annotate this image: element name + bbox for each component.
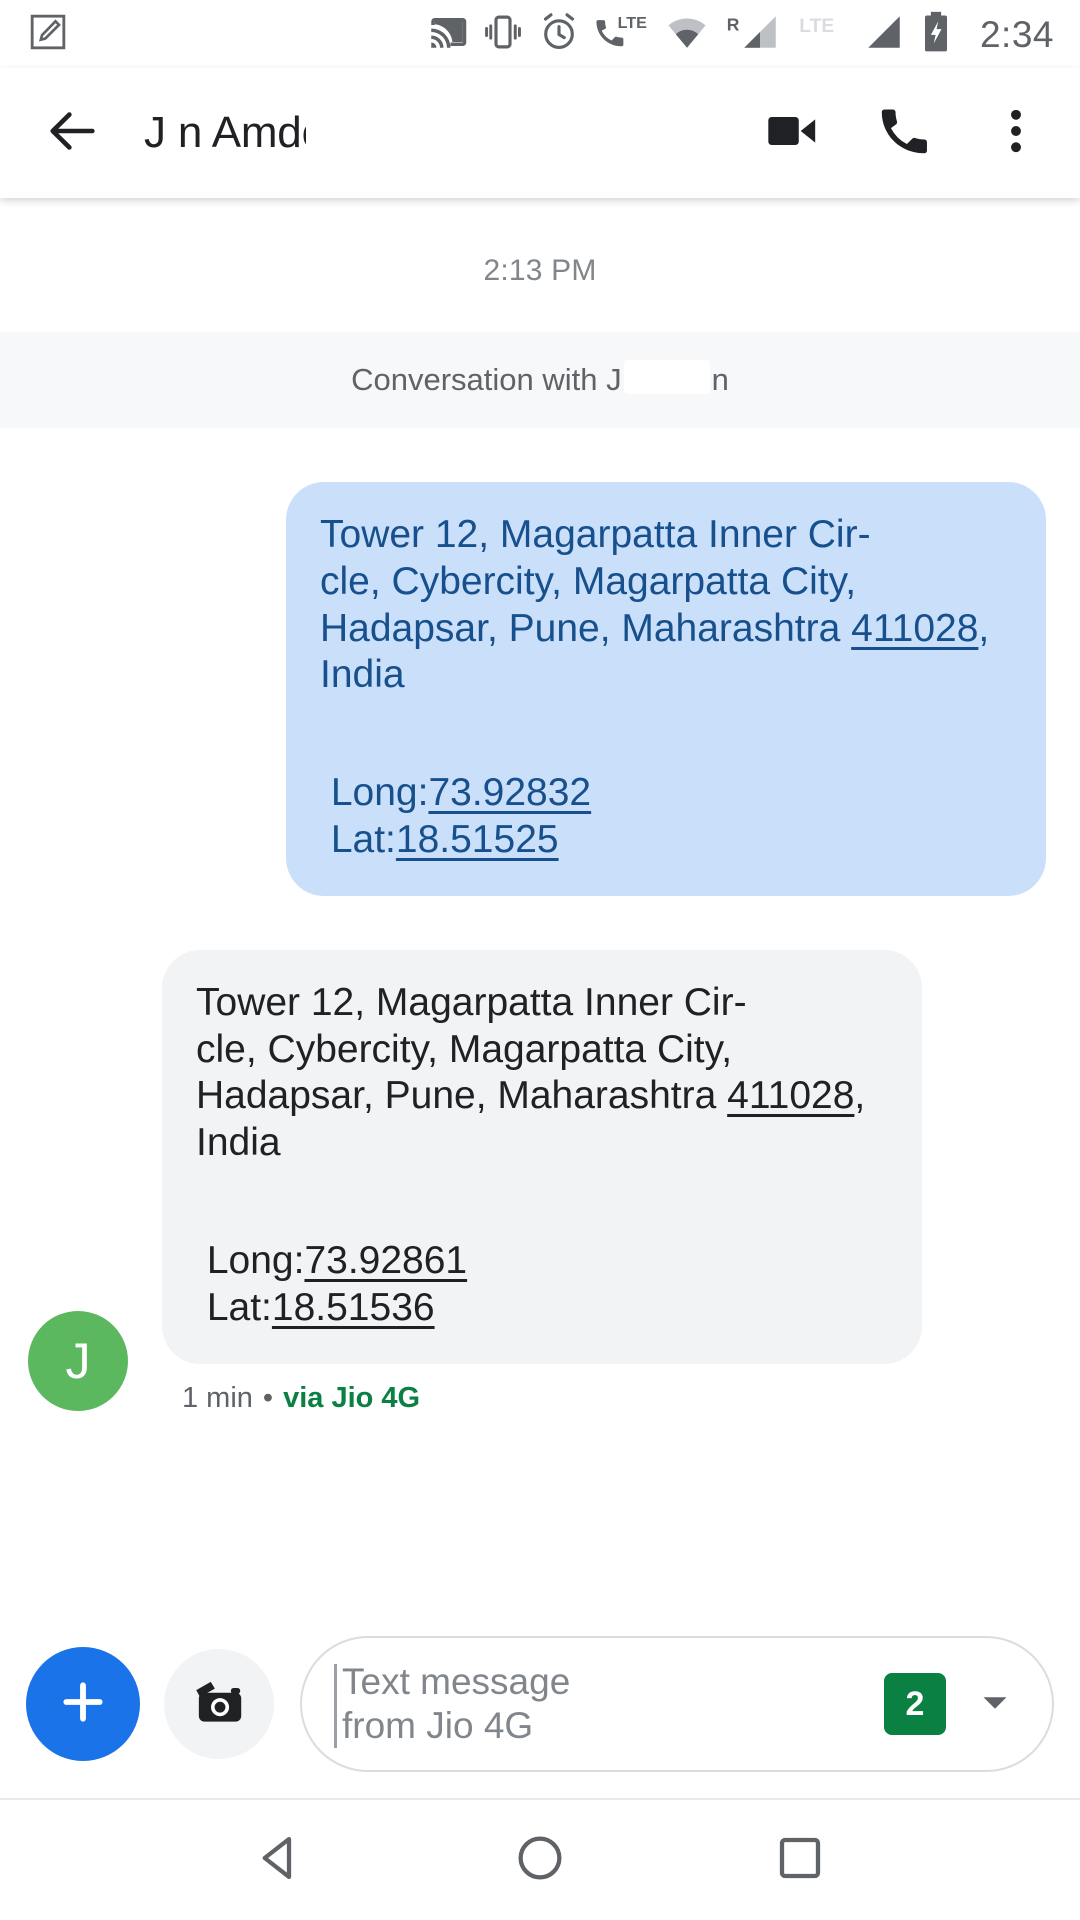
message-meta-time: 1 min xyxy=(182,1381,253,1414)
compose-note-icon xyxy=(28,12,68,57)
volte-icon: LTE xyxy=(594,11,650,58)
svg-text:LTE: LTE xyxy=(799,16,834,37)
sim-selector-dropdown[interactable] xyxy=(972,1679,1018,1730)
nav-home-circle-icon xyxy=(513,1831,567,1890)
roaming-signal-icon: R xyxy=(724,11,782,58)
back-arrow-icon xyxy=(44,102,102,165)
msg-out-blank-line xyxy=(320,699,1012,723)
redaction-block-banner xyxy=(623,360,710,394)
app-bar-actions xyxy=(762,103,1046,163)
lte-label-icon: LTE xyxy=(796,11,848,58)
status-bar: LTE R LTE 2:34 xyxy=(0,0,1080,68)
msg-out-long-label: Long: xyxy=(330,771,429,815)
add-attachment-button[interactable] xyxy=(26,1647,140,1761)
app-bar: J n Amdocs xyxy=(0,68,1080,198)
wifi-icon xyxy=(664,11,710,58)
msg-in-lat-link[interactable]: 18.51536 xyxy=(272,1286,435,1329)
text-cursor xyxy=(334,1664,337,1748)
msg-out-long-link[interactable]: 73.92832 xyxy=(428,771,591,814)
message-meta-separator: • xyxy=(262,1381,274,1414)
conversation-title[interactable]: J n Amdocs xyxy=(144,108,740,158)
message-bubble-outgoing[interactable]: Tower 12, Magarpatta Inner Cir- cle, Cyb… xyxy=(286,482,1046,896)
status-bar-clock: 2:34 xyxy=(979,13,1054,55)
chevron-down-icon xyxy=(972,1679,1018,1730)
more-vertical-icon xyxy=(987,102,1045,165)
nav-home-button[interactable] xyxy=(495,1815,585,1905)
video-call-button[interactable] xyxy=(762,103,822,163)
phone-icon xyxy=(875,102,933,165)
msg-in-line1: Tower 12, Magarpatta Inner Cir- xyxy=(196,980,747,1024)
incoming-column: Tower 12, Magarpatta Inner Cir- cle, Cyb… xyxy=(162,949,922,1415)
redaction-block-title xyxy=(306,114,438,158)
message-input-wrapper[interactable]: Text message from Jio 4G 2 xyxy=(300,1636,1054,1772)
back-button[interactable] xyxy=(36,96,110,170)
placeholder-line-2: from Jio 4G xyxy=(342,1705,534,1746)
voice-call-button[interactable] xyxy=(874,103,934,163)
message-thread[interactable]: 2:13 PM Conversation with J n Tower 12, M… xyxy=(0,198,1080,1610)
camera-button[interactable] xyxy=(164,1649,274,1759)
msg-in-long-link[interactable]: 73.92861 xyxy=(304,1239,467,1282)
nav-recents-square-icon xyxy=(773,1831,827,1890)
signal-icon xyxy=(862,11,906,58)
msg-out-pincode-link[interactable]: 411028 xyxy=(851,607,978,650)
nav-recents-button[interactable] xyxy=(755,1815,845,1905)
phone-screen: LTE R LTE 2:34 J n Amdocs 2:13 PM Conver… xyxy=(0,0,1080,1920)
message-bubble-incoming[interactable]: Tower 12, Magarpatta Inner Cir- cle, Cyb… xyxy=(162,949,922,1364)
msg-in-pincode-link[interactable]: 411028 xyxy=(727,1074,854,1117)
avatar[interactable]: J xyxy=(28,1310,128,1411)
msg-out-line1: Tower 12, Magarpatta Inner Cir- xyxy=(320,513,871,556)
message-meta: 1 min • via Jio 4G xyxy=(182,1382,420,1415)
message-row-outgoing: Tower 12, Magarpatta Inner Cir- cle, Cyb… xyxy=(0,482,1080,896)
sim-selector-badge[interactable]: 2 xyxy=(884,1673,946,1735)
battery-charging-icon xyxy=(920,10,952,59)
msg-in-blank-line xyxy=(196,1167,888,1191)
video-camera-icon xyxy=(763,102,821,165)
message-input-placeholder[interactable]: Text message from Jio 4G xyxy=(336,1660,884,1747)
message-meta-carrier: via Jio 4G xyxy=(283,1381,421,1414)
nav-back-button[interactable] xyxy=(235,1815,325,1905)
conversation-banner: Conversation with J n xyxy=(0,332,1080,428)
cast-icon xyxy=(426,11,468,58)
conversation-banner-prefix: Conversation with J xyxy=(351,362,622,397)
alarm-icon xyxy=(538,11,580,58)
msg-out-line3: Hadapsar, Pune, Maharashtra xyxy=(320,606,852,650)
status-bar-left xyxy=(28,12,68,57)
msg-out-lat-link[interactable]: 18.51525 xyxy=(396,818,559,861)
msg-out-lat-label: Lat: xyxy=(330,817,396,861)
nav-back-triangle-icon xyxy=(253,1831,307,1890)
compose-bar: Text message from Jio 4G 2 xyxy=(0,1610,1080,1800)
svg-text:LTE: LTE xyxy=(618,13,647,31)
overflow-menu-button[interactable] xyxy=(986,103,1046,163)
msg-out-line2: cle, Cybercity, Magarpatta City, xyxy=(320,559,857,603)
plus-icon xyxy=(56,1675,110,1734)
camera-icon xyxy=(188,1671,250,1738)
svg-text:R: R xyxy=(727,14,740,34)
message-row-incoming: J Tower 12, Magarpatta Inner Cir- cle, C… xyxy=(0,949,1080,1415)
msg-in-line2: cle, Cybercity, Magarpatta City, xyxy=(196,1027,733,1071)
thread-timestamp: 2:13 PM xyxy=(483,254,597,287)
placeholder-line-1: Text message xyxy=(342,1661,571,1703)
vibrate-icon xyxy=(482,11,524,58)
conversation-banner-suffix: n xyxy=(711,362,729,397)
android-nav-bar xyxy=(0,1800,1080,1920)
msg-in-long-label: Long: xyxy=(206,1238,305,1282)
avatar-initial: J xyxy=(65,1332,91,1389)
msg-in-lat-label: Lat: xyxy=(206,1285,272,1329)
msg-in-line3: Hadapsar, Pune, Maharashtra xyxy=(196,1074,728,1118)
status-bar-icons: LTE R LTE 2:34 xyxy=(426,10,1054,59)
